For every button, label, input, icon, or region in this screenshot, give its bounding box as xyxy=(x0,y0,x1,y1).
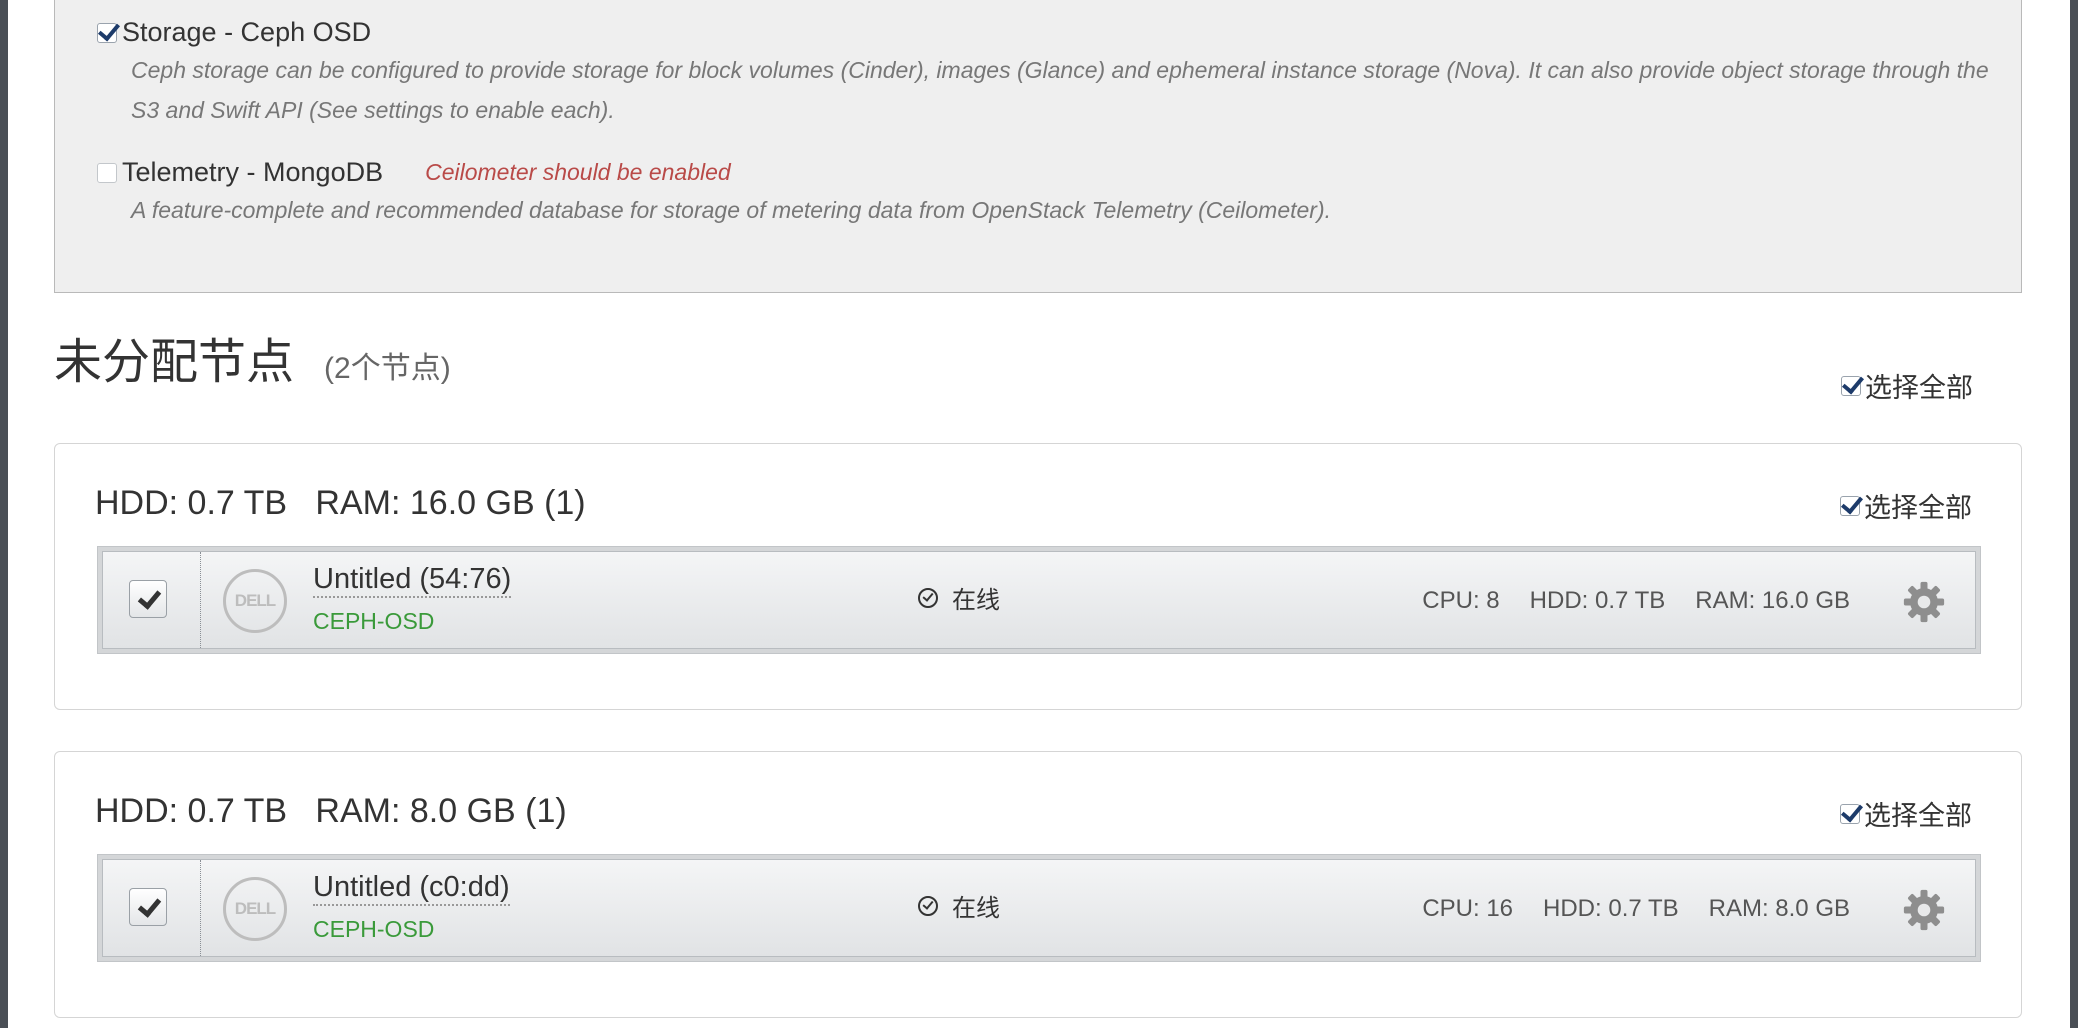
role-ceph-osd: Storage - Ceph OSD Ceph storage can be c… xyxy=(97,17,1991,130)
unallocated-nodes-heading: 未分配节点 (2个节点) xyxy=(54,322,451,392)
node-status: 在线 xyxy=(918,888,1000,923)
cpu-spec: CPU: 16 xyxy=(1422,895,1514,922)
group-select-all-checkbox[interactable] xyxy=(1840,495,1860,516)
role-mongodb-checkbox[interactable] xyxy=(97,162,117,183)
node-status: 在线 xyxy=(918,580,1000,615)
dell-logo-icon: DELL xyxy=(223,569,287,633)
role-ceph-osd-checkbox[interactable] xyxy=(97,22,117,43)
role-description: Ceph storage can be configured to provid… xyxy=(131,57,1989,123)
select-all-label[interactable]: 选择全部 xyxy=(1865,366,1973,405)
gear-icon[interactable] xyxy=(1903,889,1945,931)
cpu-spec: CPU: 8 xyxy=(1422,587,1500,614)
group-select-all-label[interactable]: 选择全部 xyxy=(1864,794,1972,833)
node-checkbox[interactable] xyxy=(129,888,167,926)
node-specs: CPU: 16 HDD: 0.7 TB RAM: 8.0 GB xyxy=(1392,895,1850,923)
ram-spec: RAM: 16.0 GB xyxy=(1695,587,1850,614)
group-title: HDD: 0.7 TB RAM: 8.0 GB (1) xyxy=(95,792,567,830)
role-mongodb: Telemetry - MongoDB Ceilometer should be… xyxy=(97,157,1991,230)
group-select-all[interactable]: 选择全部 xyxy=(1840,486,1972,525)
role-description: A feature-complete and recommended datab… xyxy=(131,197,1331,223)
select-all-nodes[interactable]: 选择全部 xyxy=(1841,366,1973,405)
status-text: 在线 xyxy=(952,895,1000,922)
node-name[interactable]: Untitled (c0:dd) xyxy=(313,870,510,906)
node-checkbox[interactable] xyxy=(129,580,167,618)
dell-logo-icon: DELL xyxy=(223,877,287,941)
role-warning: Ceilometer should be enabled xyxy=(425,159,731,185)
roles-panel: Storage - Ceph OSD Ceph storage can be c… xyxy=(54,0,2022,293)
role-title[interactable]: Storage - Ceph OSD xyxy=(122,17,371,48)
node-specs: CPU: 8 HDD: 0.7 TB RAM: 16.0 GB xyxy=(1392,587,1850,615)
hdd-spec: HDD: 0.7 TB xyxy=(1543,895,1679,922)
checkmark-circle-icon xyxy=(918,587,938,608)
group-select-all-label[interactable]: 选择全部 xyxy=(1864,486,1972,525)
node-count: (2个节点) xyxy=(324,352,451,385)
group-title: HDD: 0.7 TB RAM: 16.0 GB (1) xyxy=(95,484,586,522)
divider xyxy=(200,860,201,956)
ram-spec: RAM: 8.0 GB xyxy=(1708,895,1850,922)
node-group-16gb: HDD: 0.7 TB RAM: 16.0 GB (1) 选择全部 DELL U… xyxy=(54,443,2022,710)
gear-icon[interactable] xyxy=(1903,581,1945,623)
node-row[interactable]: DELL Untitled (c0:dd) CEPH-OSD 在线 CPU: 1… xyxy=(97,854,1981,962)
checkmark-circle-icon xyxy=(918,895,938,916)
node-role: CEPH-OSD xyxy=(313,608,435,634)
status-text: 在线 xyxy=(952,587,1000,614)
node-name[interactable]: Untitled (54:76) xyxy=(313,562,512,598)
node-role: CEPH-OSD xyxy=(313,916,435,942)
divider xyxy=(200,552,201,648)
window-edge-left xyxy=(0,0,8,1028)
hdd-spec: HDD: 0.7 TB xyxy=(1529,587,1666,614)
page-title: 未分配节点 xyxy=(54,336,295,389)
window-edge-right xyxy=(2070,0,2078,1028)
role-title[interactable]: Telemetry - MongoDB xyxy=(122,157,383,188)
group-select-all-checkbox[interactable] xyxy=(1840,803,1860,824)
group-select-all[interactable]: 选择全部 xyxy=(1840,794,1972,833)
node-group-8gb: HDD: 0.7 TB RAM: 8.0 GB (1) 选择全部 DELL Un… xyxy=(54,751,2022,1018)
node-row[interactable]: DELL Untitled (54:76) CEPH-OSD 在线 CPU: 8… xyxy=(97,546,1981,654)
select-all-checkbox[interactable] xyxy=(1841,375,1861,396)
